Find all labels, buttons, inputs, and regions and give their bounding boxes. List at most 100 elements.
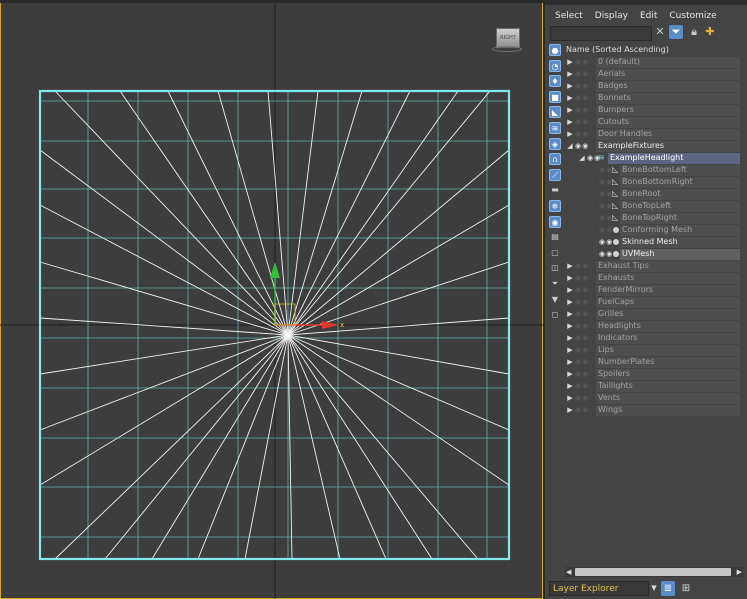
tree-row[interactable]: ▶ ◉◉ NumberPlates [566,356,742,368]
tree-row[interactable]: ◢ ◉◉ ExampleFixtures [566,140,742,152]
expand-arrow-icon[interactable]: ▶ [566,380,574,392]
lock-icon[interactable]: 🔒︎ [687,25,701,39]
layers-icon[interactable]: ≣ [661,581,675,596]
tree-row[interactable]: ▶ ◉◉ Exhausts [566,272,742,284]
scroll-left-icon[interactable]: ◀ [566,567,571,577]
expand-arrow-icon[interactable]: ▶ [566,344,574,356]
invert-display-icon[interactable]: ◫ [549,262,561,274]
expand-arrow-icon[interactable]: ▶ [566,308,574,320]
xref-filter-icon[interactable]: ∩ [549,153,561,166]
menu-customize[interactable]: Customize [665,9,724,23]
expand-arrow-icon[interactable]: ▶ [566,104,574,116]
expand-arrow-icon[interactable]: ◢ [578,152,586,164]
visibility-eye-icon[interactable]: ◉◉ [575,368,589,380]
wireframe-plane[interactable]: x [0,0,543,599]
tree-column-header[interactable]: Name (Sorted Ascending) [566,44,742,55]
menu-display[interactable]: Display [591,9,636,23]
search-input[interactable] [550,26,652,41]
filter-icon[interactable]: ⏷ [669,25,683,39]
tree-row[interactable]: ▶ ◉◉ FuelCaps [566,296,742,308]
tree-row[interactable]: ▶ ◉◉ Spoilers [566,368,742,380]
display-none-icon[interactable]: ▢ [549,247,561,259]
expand-arrow-icon[interactable]: ◢ [566,140,574,152]
visibility-eye-icon[interactable]: ◉◉ [575,344,589,356]
tree-row[interactable]: ▶ ◉◉ Vents [566,392,742,404]
tree-row[interactable]: ▶ ◉◉ Bumpers [566,104,742,116]
visibility-eye-icon[interactable]: ◉◉ [575,284,589,296]
visibility-eye-icon[interactable]: ◉◉ [599,236,613,248]
visibility-eye-icon[interactable]: ◉◉ [575,380,589,392]
tree-row[interactable]: ▶ ◉◉ 0 (default) [566,56,742,68]
expand-arrow-icon[interactable]: ▶ [566,272,574,284]
tree-row[interactable]: ▶ ◉◉ Bonnets [566,92,742,104]
visibility-eye-icon[interactable]: ◉◉ [575,56,589,68]
light-filter-icon[interactable]: ♦ [549,75,561,88]
camera-filter-icon[interactable]: ■ [549,90,561,103]
expand-arrow-icon[interactable]: ▶ [566,332,574,344]
container-filter-icon[interactable]: ▬ [549,184,561,196]
tree-row[interactable]: ▶ ◉◉ Grilles [566,308,742,320]
tree-row[interactable]: ▶ ◉◉ Indicators [566,332,742,344]
tree-row[interactable]: ◢ ◉◉ ≋ ExampleHeadlight [566,152,742,164]
visibility-eye-icon[interactable]: ◉◉ [575,68,589,80]
visibility-eye-icon[interactable]: ◉◉ [575,404,589,416]
bone-filter-icon[interactable]: ⟋ [549,168,561,181]
tree-row[interactable]: ◉◉ Conforming Mesh [566,224,742,236]
visibility-eye-icon[interactable]: ◉◉ [575,80,589,92]
tree-row[interactable]: ▶ ◉◉ Taillights [566,380,742,392]
tree-row[interactable]: ▶ ◉◉ Door Handles [566,128,742,140]
expand-arrow-icon[interactable]: ▶ [566,92,574,104]
expand-arrow-icon[interactable]: ▶ [566,284,574,296]
scroll-right-icon[interactable]: ▶ [737,567,742,577]
expand-arrow-icon[interactable]: ▶ [566,80,574,92]
tree-row[interactable]: ▶ ◉◉ Lips [566,344,742,356]
viewport[interactable]: x RIGHT [0,0,543,599]
hierarchy-icon[interactable]: ⊞ [679,581,693,596]
visibility-eye-icon[interactable]: ◉◉ [575,356,589,368]
expand-arrow-icon[interactable]: ▶ [566,392,574,404]
visibility-eye-icon[interactable]: ◉◉ [575,92,589,104]
scroll-thumb[interactable] [575,568,731,576]
visibility-eye-icon[interactable]: ◉◉ [575,272,589,284]
visibility-eye-icon[interactable]: ◉◉ [575,128,589,140]
visibility-eye-icon[interactable]: ◉◉ [575,392,589,404]
tree-row[interactable]: ◉◉ ◺ BoneTopRight [566,212,742,224]
menu-select[interactable]: Select [551,9,591,23]
visibility-eye-icon[interactable]: ◉◉ [575,140,589,152]
horizontal-scrollbar[interactable]: ◀ ▶ [565,567,743,577]
tree-row[interactable]: ◉◉ Skinned Mesh [566,236,742,248]
expand-arrow-icon[interactable]: ▶ [566,368,574,380]
viewcube-ring[interactable] [492,46,522,52]
visibility-eye-icon[interactable]: ◉◉ [575,116,589,128]
explorer-type-select[interactable]: Layer Explorer [549,581,649,596]
tree-row[interactable]: ◉◉ ◺ BoneRoot [566,188,742,200]
group-filter-icon[interactable]: ◈ [549,137,561,150]
close-icon[interactable]: ✕ [653,25,667,39]
viewcube-face[interactable]: RIGHT [496,28,520,48]
expand-arrow-icon[interactable]: ▶ [566,404,574,416]
expand-arrow-icon[interactable]: ▶ [566,356,574,368]
visibility-eye-icon[interactable]: ◉◉ [575,296,589,308]
visibility-eye-icon[interactable]: ◉◉ [575,260,589,272]
expand-arrow-icon[interactable]: ▶ [566,128,574,140]
funnel-icon[interactable]: ⏷ [549,278,561,290]
expand-arrow-icon[interactable]: ▶ [566,68,574,80]
tree-row[interactable]: ▶ ◉◉ Wings [566,404,742,416]
visibility-eye-icon[interactable]: ◉◉ [575,320,589,332]
menu-edit[interactable]: Edit [636,9,665,23]
tree-row[interactable]: ◉◉ ◺ BoneTopLeft [566,200,742,212]
particle-filter-icon[interactable]: ❄ [549,199,561,212]
expand-arrow-icon[interactable]: ▶ [566,320,574,332]
expand-arrow-icon[interactable]: ▶ [566,116,574,128]
tree-row[interactable]: ▶ ◉◉ Aerials [566,68,742,80]
filter-toggle-icon[interactable]: ▼ [549,294,561,306]
helper-filter-icon[interactable]: ◣ [549,106,561,119]
tree-row[interactable]: ◉◉ ◺ BoneBottomLeft [566,164,742,176]
display-all-icon[interactable]: ▤ [549,231,561,243]
expand-arrow-icon[interactable]: ▶ [566,260,574,272]
shape-filter-icon[interactable]: ◔ [549,59,561,72]
viewcube[interactable]: RIGHT [492,28,522,52]
expand-arrow-icon[interactable]: ▶ [566,56,574,68]
visibility-filter-icon[interactable]: ◉ [549,215,561,228]
tree-row[interactable]: ▶ ◉◉ Headlights [566,320,742,332]
